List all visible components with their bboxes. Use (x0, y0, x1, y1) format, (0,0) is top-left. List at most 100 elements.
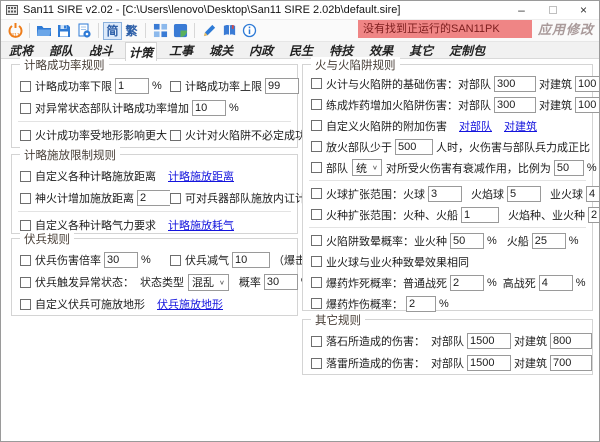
tab-custom-pack[interactable]: 定制包 (441, 42, 493, 58)
trap-damage-troop-link[interactable]: 对部队 (459, 118, 492, 134)
tab-generals[interactable]: 武将 (1, 42, 41, 58)
fireship-stun-input[interactable] (531, 232, 566, 249)
tab-skills[interactable]: 特技 (321, 42, 361, 58)
simplified-chinese-button[interactable]: 简 (103, 21, 122, 40)
probability-input[interactable] (263, 274, 298, 290)
flameball-input[interactable] (507, 185, 541, 202)
fireseed-input[interactable] (461, 206, 499, 223)
lightning-building-input[interactable] (550, 355, 592, 371)
rule-row: 自定义火陷阱的附加伤害 对部队 对建筑 (303, 115, 592, 136)
tab-construction[interactable]: 工事 (161, 42, 201, 58)
normal-kill-input[interactable] (450, 274, 484, 291)
fire-base-troop-input[interactable] (494, 75, 536, 92)
explosive-building-input[interactable] (575, 96, 599, 113)
tab-troops[interactable]: 部队 (41, 42, 81, 58)
tab-battle[interactable]: 战斗 (81, 42, 121, 58)
explosive-troop-input[interactable] (494, 96, 536, 113)
close-button[interactable]: × (568, 1, 599, 19)
success-upper-checkbox[interactable] (170, 80, 181, 92)
explosive-injure-checkbox[interactable] (311, 298, 322, 309)
save-file-button[interactable] (54, 22, 74, 40)
probability-label: 概率 (238, 277, 261, 289)
fire-cast-range-checkbox[interactable] (20, 192, 31, 204)
ambush-terrain-link[interactable]: 伏兵施放地形 (157, 296, 223, 312)
hellball-same-stun-checkbox[interactable] (311, 256, 322, 267)
rockfall-damage-checkbox[interactable] (311, 335, 322, 347)
fire-cast-range-input[interactable] (137, 190, 170, 206)
fire-terrain-checkbox[interactable] (20, 129, 31, 141)
flameseed-input[interactable] (588, 206, 599, 223)
explosive-bonus-checkbox[interactable] (311, 99, 322, 110)
group-other-rules: 其它规则 落石所造成的伤害： 对部队 对建筑 落雷所造成的伤害： 对部队 对建筑 (302, 312, 593, 375)
custom-trap-damage-checkbox[interactable] (311, 120, 322, 131)
trap-stun-checkbox[interactable] (311, 235, 322, 246)
fire-base-building-input[interactable] (575, 75, 599, 92)
success-lower-checkbox[interactable] (20, 80, 31, 92)
explosive-kill-checkbox[interactable] (311, 277, 322, 288)
grid-view-button[interactable] (150, 22, 170, 40)
tab-livelihood[interactable]: 民生 (281, 42, 321, 58)
chevron-down-icon: ∨ (219, 278, 225, 286)
ambush-terrain-checkbox[interactable] (20, 298, 31, 310)
rockfall-damage-label: 落石所造成的伤害： (326, 336, 425, 348)
help-button[interactable] (219, 22, 239, 40)
ambush-damage-checkbox[interactable] (20, 254, 31, 266)
abnormal-bonus-checkbox[interactable] (20, 102, 31, 114)
trap-damage-building-link[interactable]: 对建筑 (504, 118, 537, 134)
rule-row: 伏兵伤害倍率 % 伏兵减气 （爆击加倍） (12, 249, 339, 271)
fire-base-damage-checkbox[interactable] (311, 78, 322, 89)
tab-others[interactable]: 其它 (401, 42, 441, 58)
weapon-discord-checkbox[interactable] (170, 192, 181, 204)
percent-label: % (487, 276, 497, 289)
custom-energy-checkbox[interactable] (20, 219, 31, 231)
abnormal-bonus-input[interactable] (192, 100, 226, 116)
maximize-button[interactable] (537, 1, 568, 19)
fire-trap-uncertain-checkbox[interactable] (170, 129, 181, 141)
ambush-energy-input[interactable] (232, 252, 270, 268)
small-unit-threshold-input[interactable] (395, 138, 433, 155)
rockfall-troop-input[interactable] (467, 333, 511, 349)
modules-button[interactable] (170, 22, 190, 40)
edit-button[interactable] (199, 22, 219, 40)
fireball-input[interactable] (428, 185, 462, 202)
status-type-value: 混乱 (192, 277, 214, 289)
high-kill-input[interactable] (538, 274, 573, 291)
fire-resist-ratio-input[interactable] (553, 159, 584, 176)
explosive-injure-input[interactable] (406, 295, 436, 312)
about-button[interactable] (239, 22, 259, 40)
rockfall-building-input[interactable] (550, 333, 592, 349)
ambush-status-checkbox[interactable] (20, 276, 31, 288)
group-title: 计略施放限制规则 (20, 147, 120, 163)
open-file-button[interactable] (34, 22, 54, 40)
toolbar-separator (194, 23, 195, 38)
tab-stratagem[interactable]: 计策 (125, 42, 158, 61)
lightning-damage-checkbox[interactable] (311, 357, 322, 369)
app-logo-icon[interactable]: 311 (5, 22, 25, 40)
traditional-chinese-button[interactable]: 繁 (122, 22, 141, 40)
status-type-select[interactable]: 混乱 ∨ (188, 273, 229, 291)
fire-resist-stat-select[interactable]: 统 ∨ (352, 159, 382, 176)
lightning-troop-input[interactable] (467, 355, 511, 371)
ambush-energy-checkbox[interactable] (170, 254, 181, 266)
divider (18, 121, 291, 122)
tab-effects[interactable]: 效果 (361, 42, 401, 58)
small-unit-fire-checkbox[interactable] (311, 141, 322, 152)
fireseed-range-label: 火种扩张范围：火种、火船 (326, 209, 458, 222)
success-upper-input[interactable] (265, 78, 299, 94)
ambush-damage-input[interactable] (104, 252, 138, 268)
energy-cost-link[interactable]: 计略施放耗气 (168, 217, 234, 233)
success-lower-input[interactable] (115, 78, 149, 94)
apply-changes-button[interactable]: 应用修改 (535, 19, 597, 38)
custom-cast-range-checkbox[interactable] (20, 170, 31, 182)
tab-city[interactable]: 城关 (201, 42, 241, 58)
fireseed-range-checkbox[interactable] (311, 209, 322, 220)
file-settings-button[interactable] (74, 22, 94, 40)
group-ambush-rules: 伏兵规则 伏兵伤害倍率 % 伏兵减气 （爆击加倍） 伏兵触发异常状态： (11, 231, 339, 316)
hellfireball-input[interactable] (586, 185, 599, 202)
cast-range-link[interactable]: 计略施放距离 (168, 168, 234, 184)
fire-resist-checkbox[interactable] (311, 162, 322, 173)
hellseed-stun-input[interactable] (450, 232, 484, 249)
tab-internal-affairs[interactable]: 内政 (241, 42, 281, 58)
minimize-button[interactable]: – (506, 1, 537, 19)
fireball-range-checkbox[interactable] (311, 188, 322, 199)
